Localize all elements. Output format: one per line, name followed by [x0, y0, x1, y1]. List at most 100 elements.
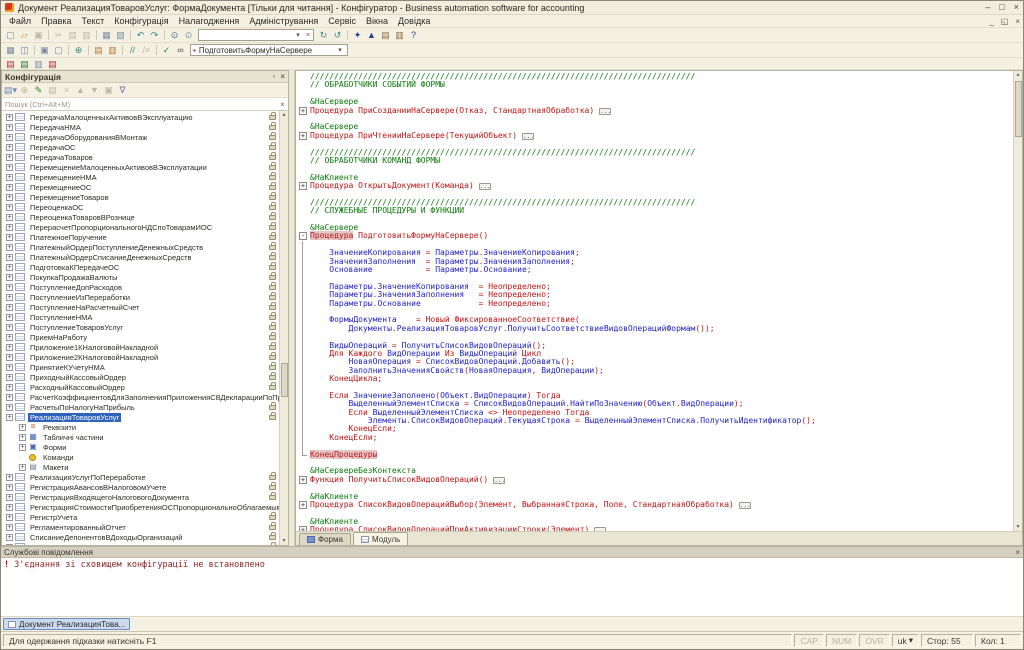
- tree-item[interactable]: +ПеремещениеНМА: [2, 172, 279, 182]
- print-preview-icon[interactable]: ▧: [114, 29, 127, 41]
- chevron-down-icon[interactable]: ▾: [335, 46, 345, 54]
- add-icon[interactable]: ⊕: [18, 84, 31, 96]
- open-file-icon[interactable]: ▱: [18, 29, 31, 41]
- find-previous-icon[interactable]: ↺: [331, 29, 344, 41]
- expand-icon[interactable]: +: [6, 154, 13, 161]
- expand-icon[interactable]: +: [6, 494, 13, 501]
- expand-icon[interactable]: +: [6, 244, 13, 251]
- taskbar-window-button[interactable]: Документ РеализацияТова...: [3, 618, 130, 630]
- expand-icon[interactable]: +: [6, 364, 13, 371]
- tree-item[interactable]: +ПереоценкаОС: [2, 202, 279, 212]
- close-icon[interactable]: ×: [1014, 3, 1019, 12]
- tree-item[interactable]: +РасчетыПоНалогуНаПрибыль: [2, 402, 279, 412]
- tree-item[interactable]: +ПокупкаПродажаВалюты: [2, 272, 279, 282]
- expand-icon[interactable]: +: [6, 414, 13, 421]
- tree-item[interactable]: +ПлатежныйОрдерПоступлениеДенежныхСредст…: [2, 242, 279, 252]
- expand-icon[interactable]: +: [6, 334, 13, 341]
- message-line[interactable]: ! З'єднання зі сховищем конфігурації не …: [4, 560, 1020, 570]
- close-icon[interactable]: ×: [280, 72, 285, 81]
- expand-icon[interactable]: +: [19, 424, 26, 431]
- menu-адміністрування[interactable]: Адміністрування: [244, 16, 323, 26]
- expand-icon[interactable]: +: [6, 544, 13, 546]
- storage-disconnect-icon[interactable]: ▤: [46, 58, 59, 70]
- expand-icon[interactable]: +: [6, 394, 13, 401]
- menu-конфігурація[interactable]: Конфігурація: [109, 16, 173, 26]
- expand-icon[interactable]: +: [6, 164, 13, 171]
- expand-icon[interactable]: +: [6, 514, 13, 521]
- scroll-down-icon[interactable]: ▾: [1016, 523, 1019, 531]
- expand-icon[interactable]: +: [6, 174, 13, 181]
- clear-icon[interactable]: ×: [277, 100, 288, 109]
- copy-icon[interactable]: ▤: [46, 84, 59, 96]
- expand-icon[interactable]: +: [19, 464, 26, 471]
- expand-icon[interactable]: +: [299, 476, 307, 484]
- undo-icon[interactable]: ↶: [134, 29, 147, 41]
- expand-icon[interactable]: +: [299, 182, 307, 190]
- expand-icon[interactable]: +: [6, 264, 13, 271]
- edit-icon[interactable]: ✎: [32, 84, 45, 96]
- tree-item[interactable]: +ПлатежноеПоручение: [2, 232, 279, 242]
- expand-icon[interactable]: +: [299, 132, 307, 140]
- chevron-down-icon[interactable]: ▾: [293, 31, 303, 39]
- menu-сервіс[interactable]: Сервіс: [323, 16, 361, 26]
- redo-icon[interactable]: ↷: [148, 29, 161, 41]
- expand-icon[interactable]: +: [299, 107, 307, 115]
- expand-icon[interactable]: +: [6, 484, 13, 491]
- module-window-icon[interactable]: ▢: [52, 44, 65, 56]
- expand-icon[interactable]: +: [6, 144, 13, 151]
- tree-item[interactable]: +▦Табличні частини: [2, 432, 279, 442]
- scroll-down-icon[interactable]: ▾: [282, 537, 285, 545]
- mdi-minimize-icon[interactable]: _: [989, 17, 993, 26]
- paste-format-icon[interactable]: ▥: [106, 44, 119, 56]
- expand-icon[interactable]: +: [6, 134, 13, 141]
- filter-icon[interactable]: ∇: [116, 84, 129, 96]
- tree-item[interactable]: +СписаниеМалоценныхАктивовИзЭксплуатации: [2, 542, 279, 545]
- expand-icon[interactable]: +: [6, 214, 13, 221]
- expand-icon[interactable]: +: [299, 526, 307, 531]
- scroll-up-icon[interactable]: ▴: [282, 111, 285, 119]
- menu-налагодження[interactable]: Налагодження: [174, 16, 245, 26]
- actions-button[interactable]: ▤▾: [4, 84, 17, 96]
- support-icon[interactable]: ▤: [379, 29, 392, 41]
- comment-icon[interactable]: //: [126, 44, 139, 56]
- tree-item[interactable]: +РегистрУчета: [2, 512, 279, 522]
- print-icon[interactable]: ▦: [100, 29, 113, 41]
- tree-search-input[interactable]: [2, 100, 277, 109]
- scroll-thumb[interactable]: [281, 363, 288, 397]
- collapsed-body-box[interactable]: ...: [599, 108, 611, 115]
- expand-icon[interactable]: +: [6, 254, 13, 261]
- paste-icon[interactable]: ▥: [80, 29, 93, 41]
- tab-module[interactable]: Модуль: [353, 532, 408, 545]
- tree-item[interactable]: +ПоступлениеНМА: [2, 312, 279, 322]
- menu-довідка[interactable]: Довідка: [393, 16, 435, 26]
- tree-item[interactable]: +РасходныйКассовыйОрдер: [2, 382, 279, 392]
- collapsed-body-box[interactable]: ...: [493, 477, 505, 484]
- clear-search-icon[interactable]: ×: [303, 32, 313, 39]
- tree-item[interactable]: +РегистрацияВходящегоНалоговогоДокумента: [2, 492, 279, 502]
- tab-form[interactable]: Форма: [299, 533, 351, 545]
- expand-icon[interactable]: +: [6, 124, 13, 131]
- tree-item[interactable]: +ПринятиеКУчетуНМА: [2, 362, 279, 372]
- menu-вікна[interactable]: Вікна: [361, 16, 393, 26]
- tree-item[interactable]: +ПередачаМалоценныхАктивовВЭксплуатацию: [2, 112, 279, 122]
- expand-icon[interactable]: +: [6, 114, 13, 121]
- form-window-icon[interactable]: ▣: [38, 44, 51, 56]
- search-combo[interactable]: ▾ ×: [198, 29, 314, 41]
- menu-правка[interactable]: Правка: [36, 16, 76, 26]
- collapse-icon[interactable]: -: [299, 232, 307, 240]
- storage-history-icon[interactable]: ▥: [32, 58, 45, 70]
- delete-icon[interactable]: ×: [60, 84, 73, 96]
- expand-icon[interactable]: +: [19, 434, 26, 441]
- tree-item[interactable]: +РегламентированныйОтчет: [2, 522, 279, 532]
- tree-item[interactable]: +ПереоценкаТоваровВРознице: [2, 212, 279, 222]
- expand-icon[interactable]: +: [6, 404, 13, 411]
- new-file-icon[interactable]: ▢: [4, 29, 17, 41]
- expand-icon[interactable]: +: [6, 294, 13, 301]
- copy-icon[interactable]: ▤: [66, 29, 79, 41]
- tree-item[interactable]: +ПеремещениеТоваров: [2, 192, 279, 202]
- save-icon[interactable]: ▣: [32, 29, 45, 41]
- minimize-icon[interactable]: –: [985, 3, 990, 12]
- expand-icon[interactable]: +: [19, 444, 26, 451]
- tree-item[interactable]: +ПерерасчетПропорциональногоНДСпоТоварам…: [2, 222, 279, 232]
- expand-icon[interactable]: +: [6, 304, 13, 311]
